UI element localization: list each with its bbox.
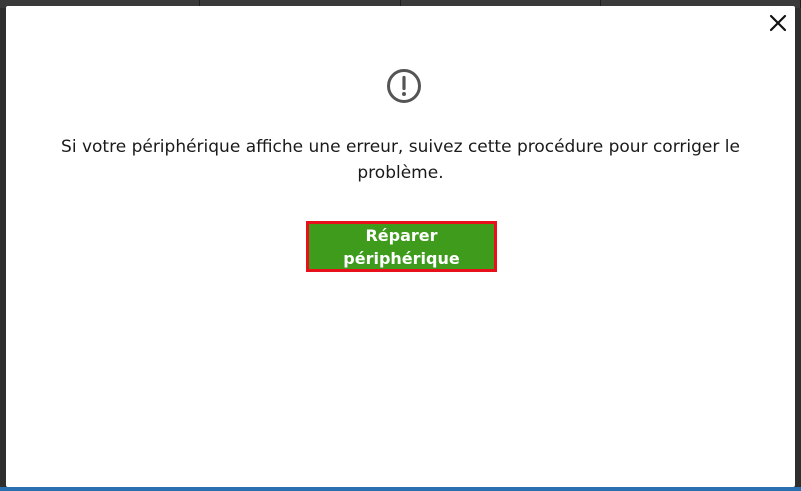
close-icon: [769, 14, 787, 32]
dialog-message: Si votre périphérique affiche une erreur…: [61, 137, 740, 183]
repair-device-button[interactable]: Réparer périphérique: [306, 221, 497, 272]
close-button[interactable]: [765, 10, 791, 36]
background-accent-strip: [0, 487, 801, 491]
exclamation-circle-icon: [387, 69, 421, 103]
repair-dialog: Si votre périphérique affiche une erreur…: [6, 6, 795, 487]
